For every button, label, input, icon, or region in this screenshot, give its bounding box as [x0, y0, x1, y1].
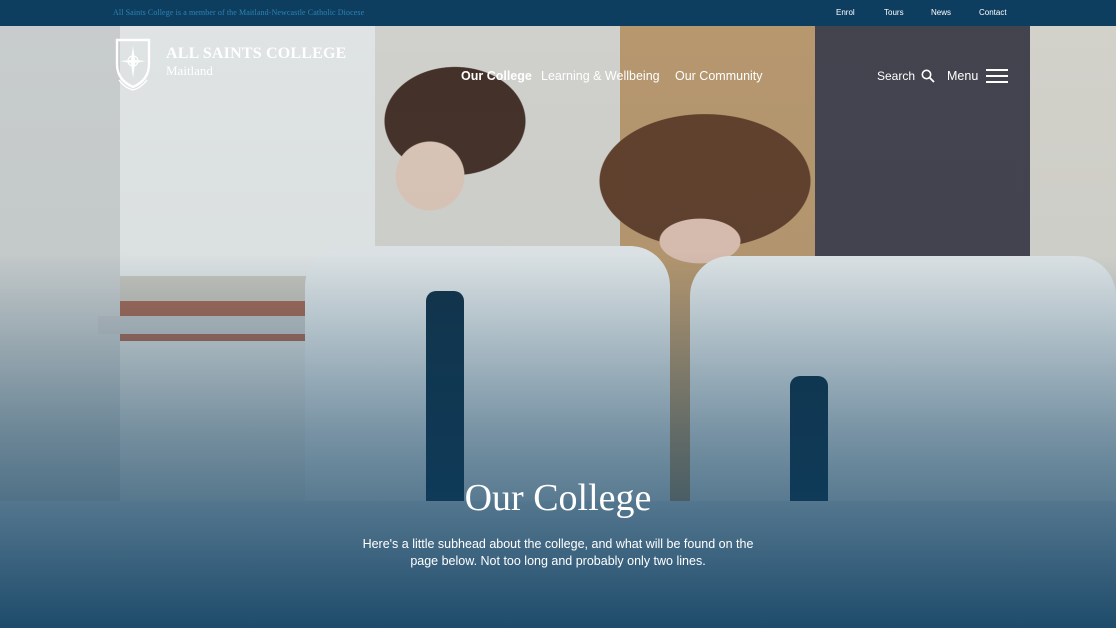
- search-label: Search: [877, 69, 916, 83]
- contact-link[interactable]: Contact: [979, 8, 1007, 17]
- nav-our-college[interactable]: Our College: [461, 69, 532, 83]
- diocese-note[interactable]: All Saints College is a member of the Ma…: [113, 8, 364, 17]
- enrol-link[interactable]: Enrol: [836, 8, 855, 17]
- page-title: Our College: [464, 477, 652, 519]
- news-link[interactable]: News: [931, 8, 951, 17]
- tours-link[interactable]: Tours: [884, 8, 904, 17]
- utility-bar: All Saints College is a member of the Ma…: [0, 0, 1116, 26]
- college-logo[interactable]: ALL SAINTS COLLEGE Maitland: [112, 30, 346, 94]
- search-button[interactable]: Search: [877, 66, 935, 86]
- search-icon: [921, 69, 935, 83]
- nav-learning-wellbeing[interactable]: Learning & Wellbeing: [541, 69, 660, 83]
- menu-button[interactable]: Menu: [947, 66, 1009, 86]
- nav-our-community[interactable]: Our Community: [675, 69, 763, 83]
- page-subhead: Here's a little subhead about the colleg…: [362, 537, 754, 568]
- college-name: ALL SAINTS COLLEGE: [166, 45, 347, 62]
- crest-icon: [115, 38, 151, 91]
- college-location: Maitland: [166, 63, 213, 78]
- menu-label: Menu: [947, 69, 979, 83]
- hamburger-icon: [986, 69, 1009, 83]
